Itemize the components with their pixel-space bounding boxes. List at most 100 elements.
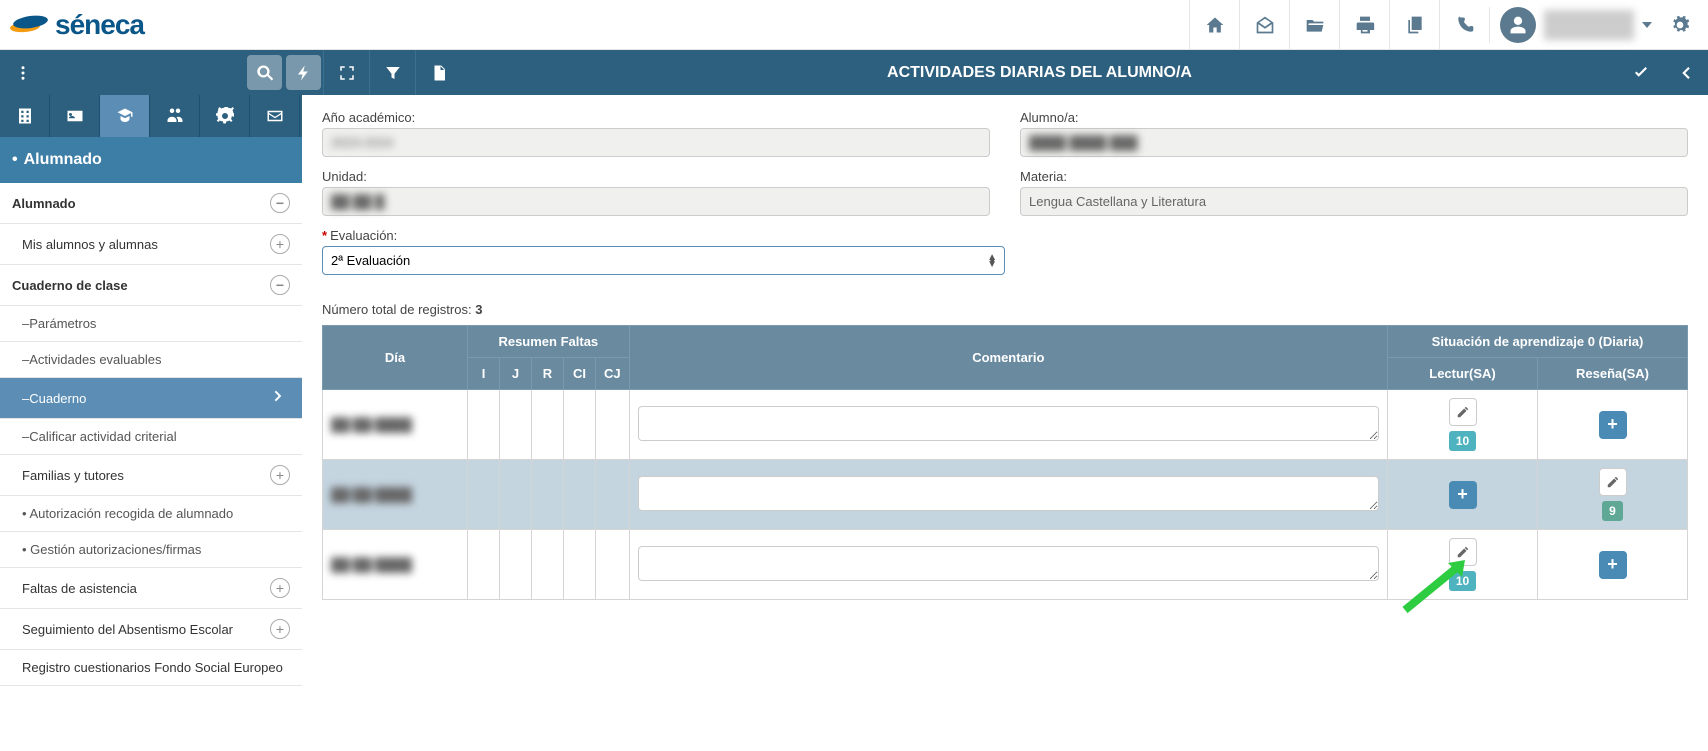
th-resena: Reseña(SA) (1538, 358, 1688, 390)
sidebar-tab-envelope[interactable] (250, 95, 300, 137)
cell-falta (596, 460, 630, 530)
cell-falta (468, 460, 500, 530)
cell-falta (564, 390, 596, 460)
nav-registro-cuestionarios[interactable]: Registro cuestionarios Fondo Social Euro… (0, 650, 302, 686)
phone-icon[interactable] (1439, 0, 1489, 50)
expand-icon[interactable]: + (270, 578, 290, 598)
nav-absentismo[interactable]: Seguimiento del Absentismo Escolar + (0, 609, 302, 650)
nav-item-label: Cuaderno de clase (12, 278, 128, 293)
sidebar-tab-student[interactable] (100, 95, 150, 137)
print-icon[interactable] (1339, 0, 1389, 50)
edit-button[interactable] (1449, 538, 1477, 566)
fullscreen-icon[interactable] (324, 50, 369, 95)
nav-item-label: Seguimiento del Absentismo Escolar (22, 622, 233, 637)
label-unidad: Unidad: (322, 169, 990, 184)
search-button[interactable] (247, 55, 282, 90)
score-badge: 10 (1449, 431, 1476, 451)
nav-cuaderno-clase[interactable]: Cuaderno de clase − (0, 265, 302, 306)
nav-actividades-evaluables[interactable]: –Actividades evaluables (0, 342, 302, 378)
sidebar: Alumnado Alumnado − Mis alumnos y alumna… (0, 95, 302, 686)
cell-comment (629, 460, 1387, 530)
activities-table: Día Resumen Faltas Comentario Situación … (322, 325, 1688, 600)
cell-falta (596, 530, 630, 600)
sidebar-tab-building[interactable] (0, 95, 50, 137)
cell-comment (629, 530, 1387, 600)
nav-cuaderno[interactable]: –Cuaderno (0, 378, 302, 419)
cell-falta (532, 390, 564, 460)
folder-open-icon[interactable] (1289, 0, 1339, 50)
cell-day: ██/██/████ (323, 390, 468, 460)
table-row: ██/██/████10+ (323, 530, 1688, 600)
expand-icon[interactable]: + (270, 619, 290, 639)
sidebar-tab-gears[interactable] (200, 95, 250, 137)
collapse-icon[interactable]: − (270, 193, 290, 213)
nav-autorizacion-recogida[interactable]: • Autorización recogida de alumnado (0, 496, 302, 532)
cell-day: ██/██/████ (323, 460, 468, 530)
back-button[interactable] (1663, 50, 1708, 95)
header-icon-bar (1189, 0, 1698, 50)
sidebar-tab-id-card[interactable] (50, 95, 100, 137)
score-badge: 9 (1602, 501, 1623, 521)
cell-resena: 9 (1538, 460, 1688, 530)
action-toolbar: ACTIVIDADES DIARIAS DEL ALUMNO/A (0, 50, 1708, 95)
comment-input[interactable] (638, 406, 1379, 441)
expand-icon[interactable]: + (270, 234, 290, 254)
nav-item-label: Autorización recogida de alumnado (29, 506, 233, 521)
input-alumno: ████ ████ ███ (1020, 128, 1688, 157)
copy-icon[interactable] (1389, 0, 1439, 50)
table-row: ██/██/████ +9 (323, 460, 1688, 530)
cell-falta (500, 390, 532, 460)
user-box[interactable] (1489, 7, 1662, 43)
comment-input[interactable] (638, 476, 1379, 511)
label-materia: Materia: (1020, 169, 1688, 184)
app-logo: séneca (10, 9, 144, 41)
nav-item-label: Familias y tutores (22, 468, 124, 483)
filter-icon[interactable] (370, 50, 415, 95)
comment-input[interactable] (638, 546, 1379, 581)
th-resumen: Resumen Faltas (468, 326, 630, 358)
cell-falta (564, 460, 596, 530)
bolt-button[interactable] (286, 55, 321, 90)
accept-button[interactable] (1618, 50, 1663, 95)
edit-button[interactable] (1599, 468, 1627, 496)
menu-dots-icon[interactable] (0, 50, 45, 95)
select-evaluacion[interactable]: 2ª Evaluación (322, 246, 1005, 275)
cell-lectur: + (1388, 460, 1538, 530)
nav-item-label: Mis alumnos y alumnas (22, 237, 158, 252)
label-alumno: Alumno/a: (1020, 110, 1688, 125)
collapse-icon[interactable]: − (270, 275, 290, 295)
nav-familias[interactable]: Familias y tutores + (0, 455, 302, 496)
nav-gestion-autorizaciones[interactable]: • Gestión autorizaciones/firmas (0, 532, 302, 568)
cell-resena: + (1538, 390, 1688, 460)
caret-down-icon (1642, 20, 1652, 30)
cell-lectur: 10 (1388, 390, 1538, 460)
pdf-export-icon[interactable] (416, 50, 461, 95)
cell-falta (532, 530, 564, 600)
app-header: séneca (0, 0, 1708, 50)
sidebar-tabs (0, 95, 302, 137)
nav-item-label: Registro cuestionarios Fondo Social Euro… (22, 660, 283, 675)
add-button[interactable]: + (1599, 411, 1627, 439)
nav-parametros[interactable]: –Parámetros (0, 306, 302, 342)
nav-mis-alumnos[interactable]: Mis alumnos y alumnas + (0, 224, 302, 265)
cell-falta (500, 460, 532, 530)
nav-alumnado[interactable]: Alumnado − (0, 183, 302, 224)
th-r: R (532, 358, 564, 390)
cell-falta (564, 530, 596, 600)
add-button[interactable]: + (1599, 551, 1627, 579)
mail-open-icon[interactable] (1239, 0, 1289, 50)
home-icon[interactable] (1189, 0, 1239, 50)
settings-icon[interactable] (1662, 0, 1698, 50)
nav-item-label: Gestión autorizaciones/firmas (30, 542, 201, 557)
edit-button[interactable] (1449, 398, 1477, 426)
avatar-icon (1500, 7, 1536, 43)
th-i: I (468, 358, 500, 390)
page-title: ACTIVIDADES DIARIAS DEL ALUMNO/A (461, 64, 1618, 82)
nav-faltas[interactable]: Faltas de asistencia + (0, 568, 302, 609)
table-row: ██/██/████ 10 + (323, 390, 1688, 460)
nav-calificar[interactable]: –Calificar actividad criterial (0, 419, 302, 455)
th-dia: Día (323, 326, 468, 390)
add-button[interactable]: + (1449, 481, 1477, 509)
expand-icon[interactable]: + (270, 465, 290, 485)
sidebar-tab-users[interactable] (150, 95, 200, 137)
